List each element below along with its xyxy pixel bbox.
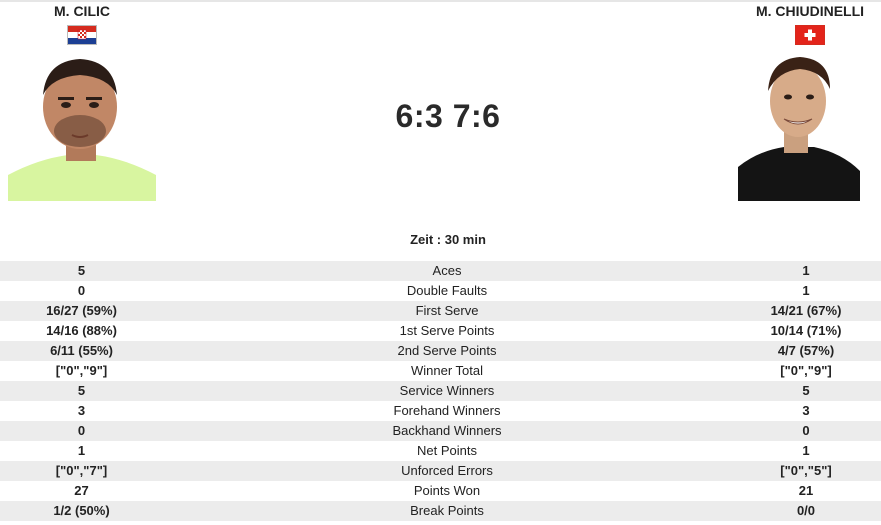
- stat-label: Net Points: [417, 443, 477, 458]
- stat-right-value: 1: [802, 283, 810, 298]
- stat-left-value: 1/2 (50%): [53, 503, 110, 518]
- player-left-photo: [8, 55, 156, 201]
- player-right: M. CHIUDINELLI: [739, 0, 881, 45]
- match-score: 6:3 7:6: [395, 98, 501, 134]
- stat-right-value: 10/14 (71%): [770, 323, 842, 338]
- stat-right-value: 0: [802, 423, 810, 438]
- stat-row-backhand-winners: 0 Backhand Winners 0: [0, 421, 881, 441]
- stat-row-1st-serve-points: 14/16 (88%) 1st Serve Points 10/14 (71%): [0, 321, 881, 341]
- stat-left-value: 27: [74, 483, 89, 498]
- stat-label: Winner Total: [410, 363, 483, 378]
- stat-row-winner-total: ["0","9"] Winner Total ["0","9"]: [0, 361, 881, 381]
- stat-label: Service Winners: [399, 383, 495, 398]
- stat-left-value: 14/16 (88%): [46, 323, 117, 338]
- stat-left-value: 0: [77, 283, 86, 298]
- stat-right-value: ["0","9"]: [780, 363, 832, 378]
- stat-row-aces: 5 Aces 1: [0, 261, 881, 281]
- stat-label: Points Won: [413, 483, 481, 498]
- stat-label: Aces: [432, 263, 462, 278]
- stat-label: 1st Serve Points: [399, 323, 495, 338]
- stat-row-points-won: 27 Points Won 21: [0, 481, 881, 501]
- stat-left-value: 0: [77, 423, 86, 438]
- stat-left-value: 5: [77, 263, 86, 278]
- switzerland-flag-icon: [795, 25, 825, 45]
- stat-right-value: 21: [798, 483, 814, 498]
- stat-row-service-winners: 5 Service Winners 5: [0, 381, 881, 401]
- player-left-name: M. CILIC: [54, 3, 110, 19]
- stat-right-value: 0/0: [796, 503, 816, 518]
- stat-right-value: ["0","5"]: [780, 463, 832, 478]
- stat-row-net-points: 1 Net Points 1: [0, 441, 881, 461]
- match-time: Zeit : 30 min: [410, 232, 486, 247]
- stat-right-value: 4/7 (57%): [777, 343, 835, 358]
- stat-right-value: 3: [802, 403, 810, 418]
- stat-label: Backhand Winners: [392, 423, 502, 438]
- stat-left-value: ["0","9"]: [55, 363, 108, 378]
- stat-row-unforced-errors: ["0","7"] Unforced Errors ["0","5"]: [0, 461, 881, 481]
- stat-row-2nd-serve-points: 6/11 (55%) 2nd Serve Points 4/7 (57%): [0, 341, 881, 361]
- player-left: M. CILIC: [8, 0, 156, 45]
- stat-left-value: 6/11 (55%): [50, 343, 113, 358]
- stat-label: Unforced Errors: [401, 463, 493, 478]
- stat-left-value: 1: [77, 443, 86, 458]
- stat-label: Double Faults: [406, 283, 488, 298]
- player-right-name: M. CHIUDINELLI: [755, 3, 865, 19]
- stat-left-value: 16/27 (59%): [46, 303, 117, 318]
- stat-right-value: 1: [802, 263, 810, 278]
- croatia-flag-icon: [67, 25, 97, 45]
- stat-row-break-points: 1/2 (50%) Break Points 0/0: [0, 501, 881, 521]
- stat-label: First Serve: [415, 303, 479, 318]
- player-right-photo: [738, 55, 860, 201]
- stat-right-value: 1: [802, 443, 810, 458]
- stat-left-value: 5: [77, 383, 86, 398]
- stat-left-value: 3: [77, 403, 86, 418]
- stat-row-first-serve: 16/27 (59%) First Serve 14/21 (67%): [0, 301, 881, 321]
- stats-table: 5 Aces 1 0 Double Faults 1 16/27 (59%) F…: [0, 261, 881, 521]
- stat-row-forehand-winners: 3 Forehand Winners 3: [0, 401, 881, 421]
- stat-right-value: 14/21 (67%): [770, 303, 842, 318]
- stat-row-double-faults: 0 Double Faults 1: [0, 281, 881, 301]
- stat-right-value: 5: [802, 383, 810, 398]
- stat-label: Forehand Winners: [393, 403, 501, 418]
- stat-label: 2nd Serve Points: [397, 343, 497, 358]
- stat-left-value: ["0","7"]: [55, 463, 108, 478]
- stat-label: Break Points: [410, 503, 484, 518]
